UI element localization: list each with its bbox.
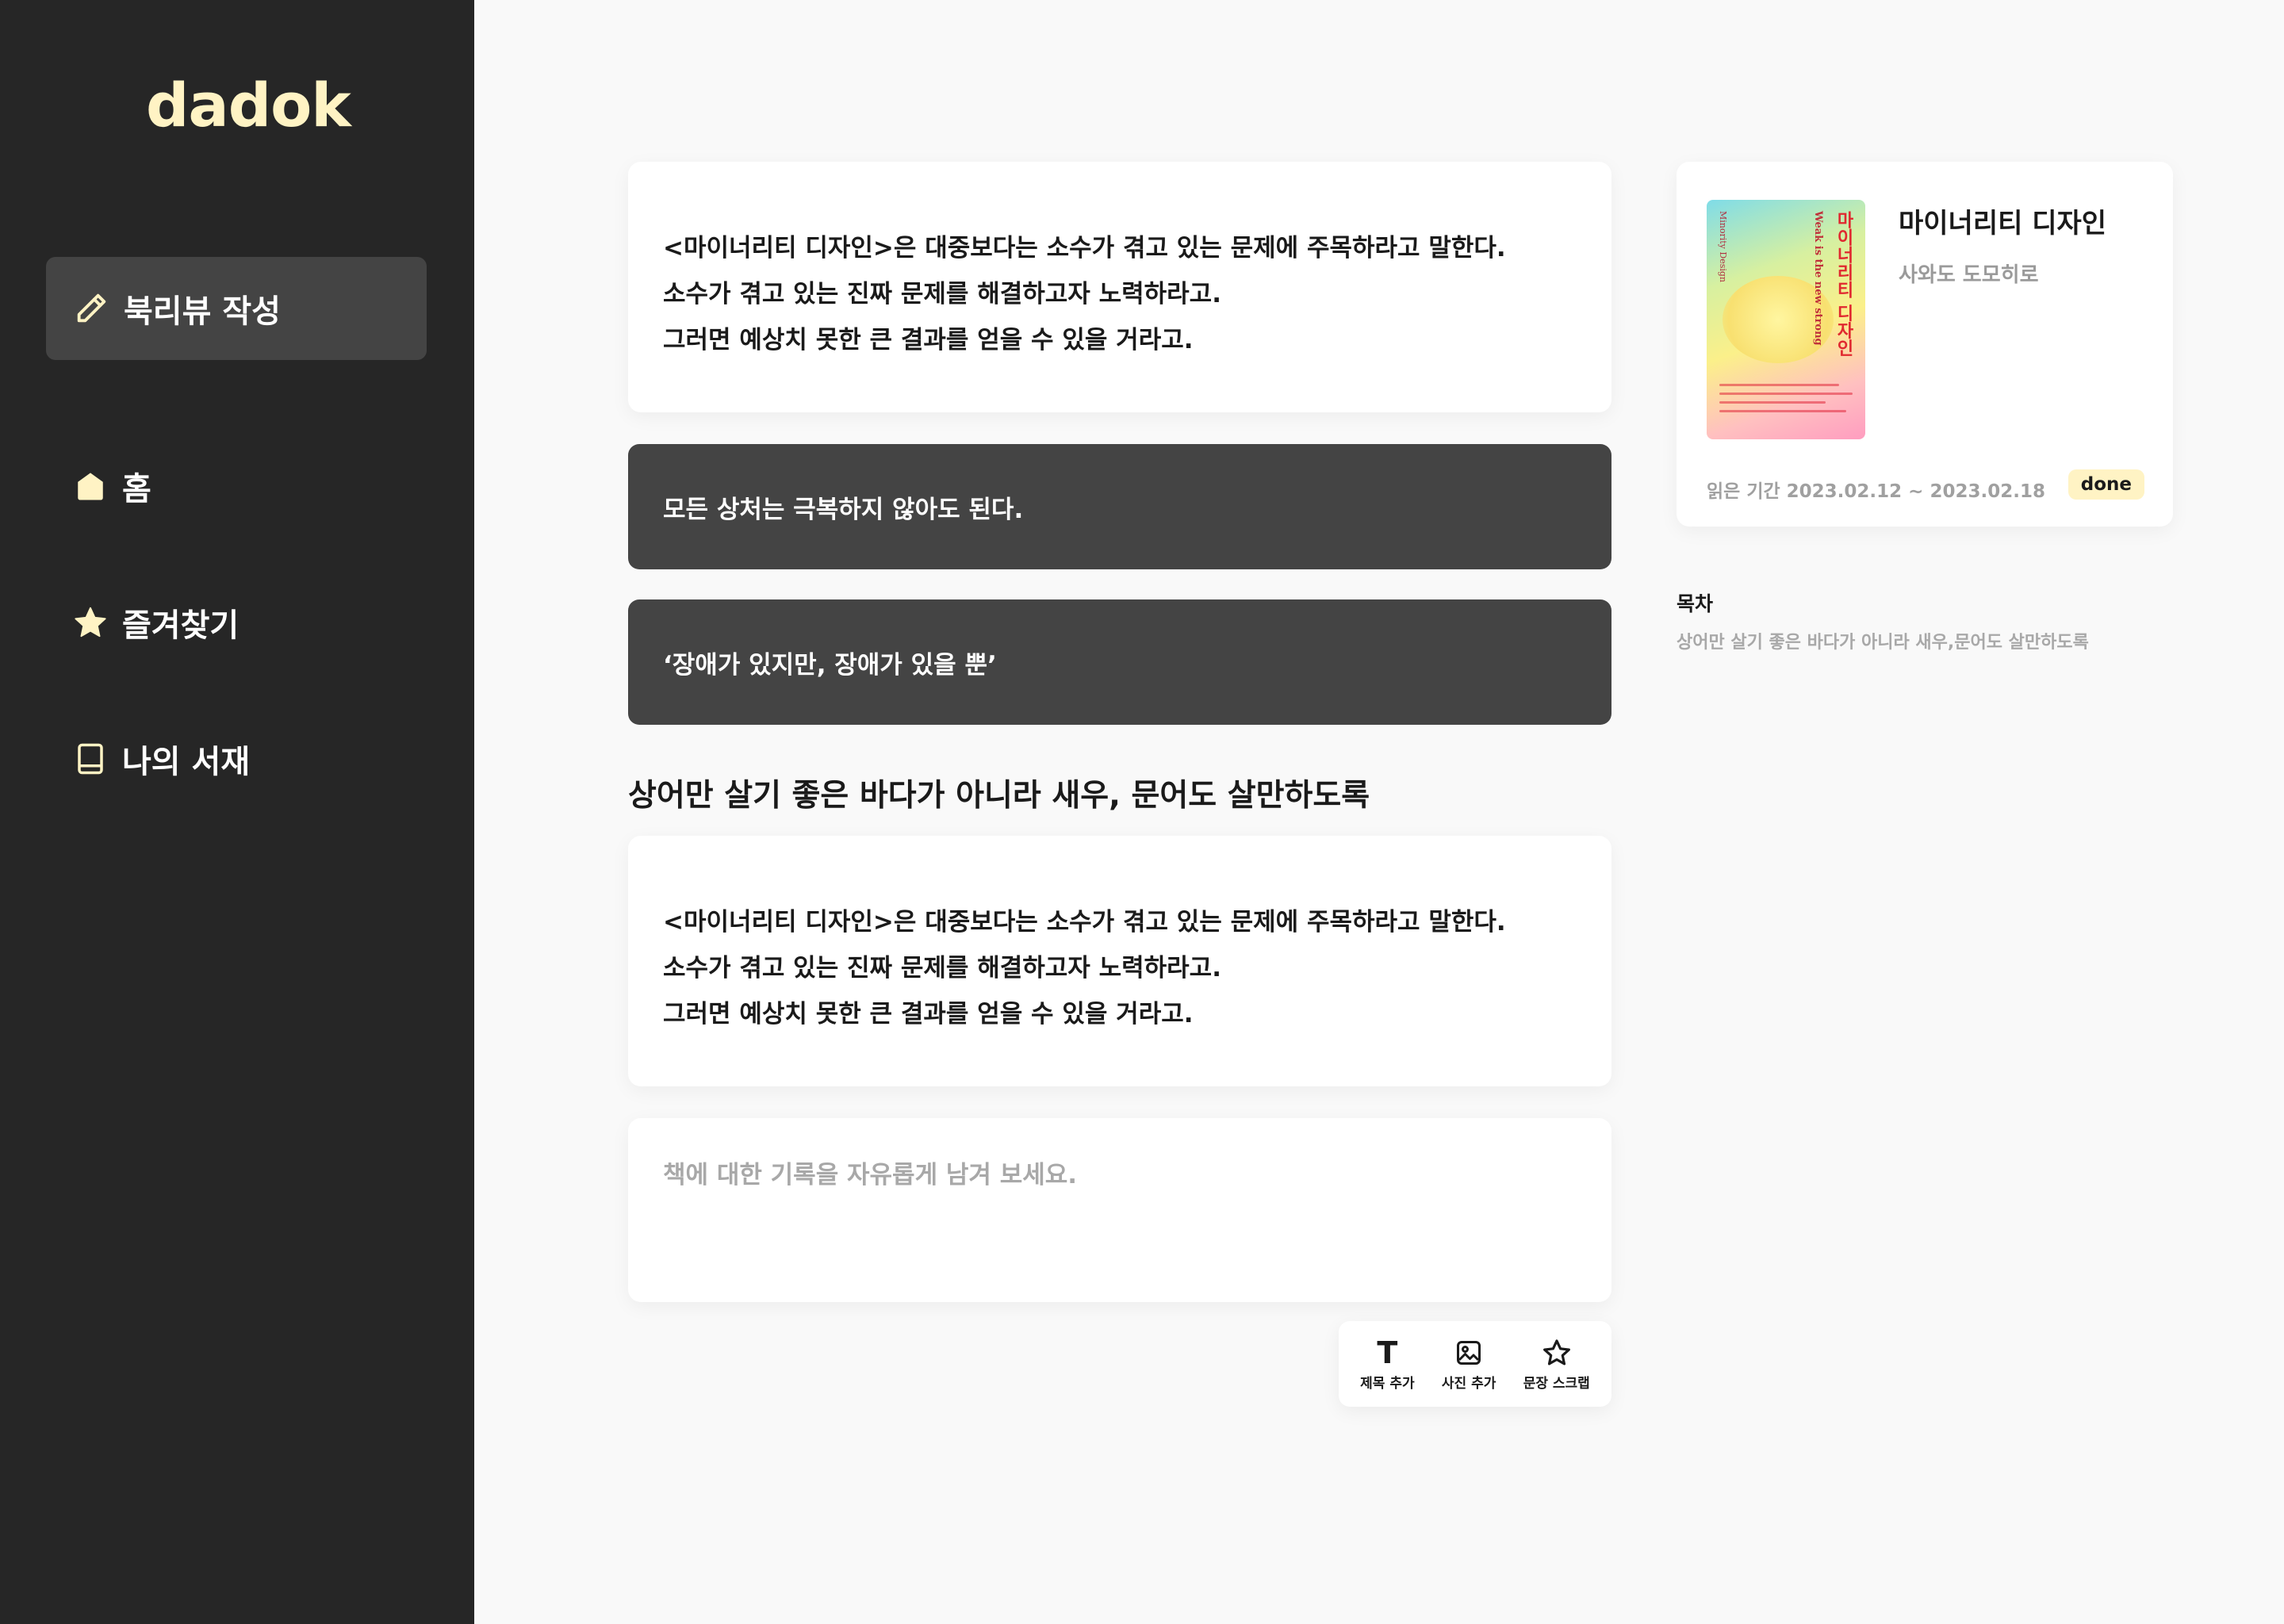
book-author: 사와도 도모히로 — [1899, 263, 2039, 287]
cover-title: 마이너리티 디자인 — [1834, 211, 1853, 357]
sidebar-item-label: 즐겨찾기 — [122, 607, 240, 644]
sidebar-item-label: 나의 서재 — [122, 744, 251, 780]
pencil-icon — [73, 290, 109, 327]
scrap-sentence-button[interactable]: 문장 스크랩 — [1523, 1337, 1590, 1392]
read-period: 읽은 기간 2023.02.12 ~ 2023.02.18 — [1707, 481, 2045, 502]
quote-line: <마이너리티 디자인>은 대중보다는 소수가 겪고 있는 문제에 주목하라고 말… — [663, 908, 1506, 936]
star-outline-icon — [1541, 1337, 1573, 1369]
toc-title: 목차 — [1677, 592, 1714, 615]
scrap-sentence-label: 문장 스크랩 — [1523, 1375, 1590, 1392]
home-icon — [73, 469, 108, 504]
review-editor[interactable] — [628, 1118, 1611, 1302]
status-badge: done — [2067, 469, 2144, 500]
app-root: dadok 북리뷰 작성 홈 즐겨찾기 나의 서재 <마이너리티 디자인>은 대… — [0, 0, 2284, 1624]
write-review-label: 북리뷰 작성 — [124, 293, 281, 330]
add-photo-label: 사진 추가 — [1441, 1375, 1496, 1392]
scrap-card[interactable]: ‘장애가 있지만, 장애가 있을 뿐’ — [628, 599, 1611, 725]
image-icon — [1453, 1337, 1485, 1369]
cover-subtitle: Weak is the new strong — [1812, 211, 1824, 346]
toc-item[interactable]: 상어만 살기 좋은 바다가 아니라 새우,문어도 살만하도록 — [1677, 628, 2089, 653]
quote-card[interactable]: <마이너리티 디자인>은 대중보다는 소수가 겪고 있는 문제에 주목하라고 말… — [628, 836, 1611, 1086]
section-title[interactable]: 상어만 살기 좋은 바다가 아니라 새우, 문어도 살만하도록 — [628, 771, 1370, 815]
sidebar-item-library[interactable]: 나의 서재 — [73, 736, 250, 782]
sidebar-item-favorites[interactable]: 즐겨찾기 — [73, 599, 239, 645]
editor-toolbar: T 제목 추가 사진 추가 문장 스크랩 — [1339, 1321, 1611, 1407]
quote-line: <마이너리티 디자인>은 대중보다는 소수가 겪고 있는 문제에 주목하라고 말… — [663, 234, 1506, 262]
sidebar-item-label: 홈 — [122, 471, 151, 508]
star-icon — [73, 605, 108, 640]
cover-en-title: Minority Design — [1718, 211, 1728, 283]
add-title-button[interactable]: T 제목 추가 — [1360, 1337, 1414, 1392]
text-icon: T — [1377, 1335, 1398, 1370]
quote-line: 소수가 겪고 있는 진짜 문제를 해결하고자 노력하라고. — [663, 954, 1221, 982]
book-icon — [73, 741, 108, 776]
quote-card[interactable]: <마이너리티 디자인>은 대중보다는 소수가 겪고 있는 문제에 주목하라고 말… — [628, 162, 1611, 412]
sidebar-item-home[interactable]: 홈 — [73, 463, 151, 509]
sidebar: dadok 북리뷰 작성 홈 즐겨찾기 나의 서재 — [0, 0, 474, 1624]
quote-line: 소수가 겪고 있는 진짜 문제를 해결하고자 노력하라고. — [663, 280, 1221, 308]
add-photo-button[interactable]: 사진 추가 — [1442, 1337, 1496, 1392]
book-info-card[interactable]: 마이너리티 디자인 Weak is the new strong Minorit… — [1677, 162, 2173, 527]
cover-text-lines — [1719, 384, 1853, 419]
write-review-button[interactable]: 북리뷰 작성 — [46, 257, 427, 360]
book-cover: 마이너리티 디자인 Weak is the new strong Minorit… — [1707, 200, 1865, 439]
scrap-card[interactable]: 모든 상처는 극복하지 않아도 된다. — [628, 444, 1611, 569]
add-title-label: 제목 추가 — [1360, 1375, 1415, 1392]
book-title: 마이너리티 디자인 — [1899, 208, 2107, 239]
logo[interactable]: dadok — [146, 70, 351, 140]
quote-line: 그러면 예상치 못한 큰 결과를 얻을 수 있을 거라고. — [663, 326, 1194, 354]
quote-line: 그러면 예상치 못한 큰 결과를 얻을 수 있을 거라고. — [663, 1000, 1194, 1028]
